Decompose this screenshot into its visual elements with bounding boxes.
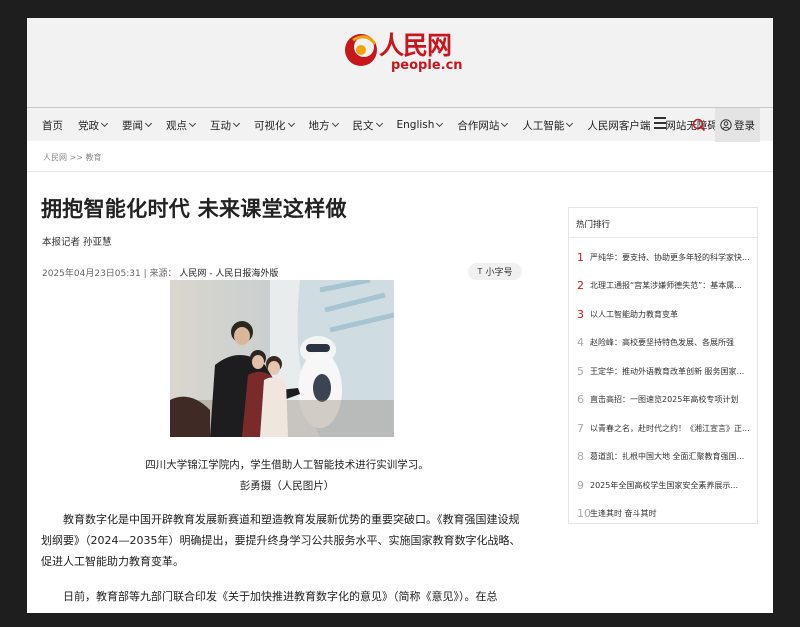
hot-ranking-divider: [569, 237, 757, 238]
font-size-toggle[interactable]: T 小字号: [468, 263, 522, 280]
nav-item-6[interactable]: 地方: [294, 118, 339, 133]
browser-page: 人民网 people.cn 首页 党政 要闻 观点 互动 可视化 地方 民文 English 合作…: [27, 18, 773, 613]
user-icon: [720, 119, 732, 131]
rank-headline: 王定华：推动外语教育改革创新 服务国家...: [590, 366, 745, 376]
nav-item-9[interactable]: 合作网站: [442, 118, 509, 133]
rank-headline: 生逢其时 奋斗其时: [590, 509, 657, 518]
article-paragraph-1: 教育数字化是中国开辟教育发展新赛道和塑造教育发展新优势的重要突破口。《教育强国建…: [41, 513, 521, 568]
nav-item-label: 首页: [42, 119, 63, 132]
nav-item-label: 人民网客户端: [587, 119, 651, 132]
nav-item-5[interactable]: 可视化: [239, 118, 295, 133]
font-size-label: 小字号: [485, 268, 513, 278]
nav-item-11[interactable]: 人民网客户端: [572, 118, 650, 133]
rank-number: 9: [577, 478, 584, 492]
hot-ranking-item[interactable]: 1 严纯华：要支持、协助更多年轻的科学家快...: [577, 248, 753, 266]
hamburger-icon[interactable]: [654, 117, 666, 131]
article-author: 本报记者 孙亚慧: [42, 237, 112, 248]
rank-number: 4: [577, 336, 584, 349]
rank-number: 6: [577, 393, 584, 406]
nav-item-label: 观点: [166, 119, 187, 132]
nav-item-1[interactable]: 党政: [63, 118, 109, 133]
breadcrumb-divider: [27, 171, 773, 172]
article-paragraph-2: 日前，教育部等九部门联合印发《关于加快推进教育数字化的意见》（简称《意见》）。在…: [63, 590, 498, 603]
hot-ranking-item[interactable]: 7 以青春之名，赴时代之约！《湘江宣言》正...: [577, 419, 753, 437]
rank-number: 10: [577, 507, 591, 520]
breadcrumb-section[interactable]: 教育: [86, 153, 102, 162]
rank-headline: 葛道凯：扎根中国大地 全面汇聚教育强国...: [590, 452, 745, 461]
text-size-icon: T: [477, 267, 483, 276]
search-button[interactable]: [684, 108, 714, 142]
photo-caption: 四川大学锦江学院内，学生借助人工智能技术进行实训学习。 彭勇摄（人民图片）: [27, 455, 547, 497]
login-button[interactable]: 登录: [715, 108, 760, 142]
nav-item-10[interactable]: 人工智能: [507, 118, 574, 133]
search-icon: [692, 118, 706, 132]
logo-text: 人民网: [379, 31, 452, 60]
main-nav: 首页 党政 要闻 观点 互动 可视化 地方 民文 English 合作网站 人工智能 人民网客户端 网站…: [27, 107, 773, 142]
nav-item-label: 民文: [352, 119, 374, 132]
rank-number: 2: [577, 279, 584, 292]
hot-ranking-item[interactable]: 9 2025年全国高校学生国家安全素养展示...: [577, 476, 753, 494]
nav-item-label: 人工智能: [522, 119, 565, 132]
breadcrumb: 人民网 >> 教育: [43, 152, 102, 163]
hot-ranking-item[interactable]: 3 以人工智能助力教育变革: [577, 305, 753, 323]
breadcrumb-home[interactable]: 人民网: [43, 153, 67, 162]
article-source-link[interactable]: 人民网 - 人民日报海外版: [179, 269, 278, 279]
site-header: 人民网 people.cn: [27, 18, 773, 107]
login-label: 登录: [734, 119, 755, 132]
nav-item-label: 合作网站: [457, 119, 500, 132]
rank-headline: 以青春之名，赴时代之约！《湘江宣言》正...: [590, 423, 750, 433]
rank-headline: 北理工通报“宫某涉嫌师德失范”：基本属...: [590, 281, 742, 290]
caption-line-1: 四川大学锦江学院内，学生借助人工智能技术进行实训学习。: [145, 459, 429, 471]
article-datetime: 2025年04月23日05:31: [42, 269, 141, 279]
article-photo-illustration: [170, 280, 394, 437]
nav-items: 首页 党政 要闻 观点 互动 可视化 地方 民文 English 合作网站 人工智能 人民网客户端 网站…: [27, 108, 754, 142]
hot-ranking-item[interactable]: 10 生逢其时 奋斗其时: [577, 505, 753, 523]
rank-headline: 2025年全国高校学生国家安全素养展示...: [590, 480, 738, 490]
rank-headline: 严纯华：要支持、协助更多年轻的科学家快...: [590, 252, 750, 262]
breadcrumb-separator: >>: [69, 153, 83, 162]
nav-item-2[interactable]: 要闻: [107, 118, 153, 133]
caption-line-2: 彭勇摄（人民图片）: [239, 480, 335, 492]
hot-ranking-title: 热门排行: [576, 220, 611, 230]
nav-item-label: 可视化: [254, 119, 286, 132]
rank-number: 3: [577, 307, 584, 321]
nav-item-3[interactable]: 观点: [151, 118, 197, 133]
logo-domain: people.cn: [391, 58, 463, 73]
hot-ranking-item[interactable]: 4 赵险峰：高校要坚持特色发展、各展所强: [577, 334, 753, 352]
nav-item-8[interactable]: English: [382, 119, 444, 131]
hot-ranking-item[interactable]: 2 北理工通报“宫某涉嫌师德失范”：基本属...: [577, 277, 753, 295]
hot-ranking-panel: 热门排行 1 严纯华：要支持、协助更多年轻的科学家快... 2 北理工通报“宫某涉嫌师…: [568, 207, 758, 524]
hot-ranking-item[interactable]: 6 直击高招：一图速览2025年高校专项计划: [577, 391, 753, 409]
rank-number: 8: [577, 450, 584, 463]
article-source-prefix: | 来源：: [143, 269, 177, 279]
nav-item-label: 互动: [210, 119, 231, 132]
nav-item-label: 要闻: [122, 119, 143, 132]
nav-item-label: English: [396, 119, 435, 131]
nav-item-0[interactable]: 首页: [27, 118, 63, 133]
rank-number: 7: [577, 421, 584, 435]
article-title: 拥抱智能化时代 未来课堂这样做: [41, 197, 347, 221]
nav-item-4[interactable]: 互动: [195, 118, 241, 133]
rank-headline: 以人工智能助力教育变革: [590, 309, 678, 319]
nav-item-label: 地方: [308, 119, 330, 132]
nav-item-label: 党政: [78, 119, 99, 132]
rank-number: 5: [577, 364, 584, 378]
nav-item-7[interactable]: 民文: [338, 118, 383, 133]
rank-number: 1: [577, 250, 584, 264]
rank-headline: 直击高招：一图速览2025年高校专项计划: [590, 395, 739, 404]
article-meta: 2025年04月23日05:31 | 来源： 人民网 - 人民日报海外版: [42, 266, 278, 279]
hot-ranking-item[interactable]: 5 王定华：推动外语教育改革创新 服务国家...: [577, 362, 753, 380]
article-photo: [170, 280, 394, 437]
rank-headline: 赵险峰：高校要坚持特色发展、各展所强: [590, 338, 734, 347]
hot-ranking-item[interactable]: 8 葛道凯：扎根中国大地 全面汇聚教育强国...: [577, 448, 753, 466]
